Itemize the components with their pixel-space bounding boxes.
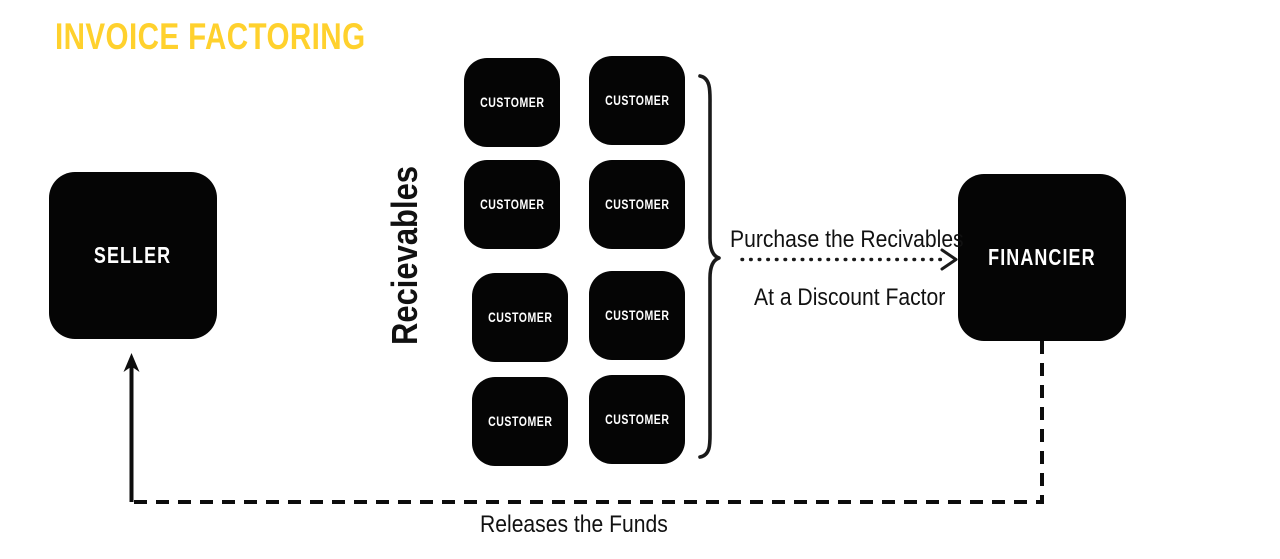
node-customer-1[interactable]: CUSTOMER — [464, 58, 560, 147]
diagram-canvas: INVOICE FACTORING SELLER FINANCIER CUSTO… — [0, 0, 1280, 559]
node-customer-5-label: CUSTOMER — [487, 310, 553, 325]
node-customer-7[interactable]: CUSTOMER — [472, 377, 568, 466]
node-customer-3[interactable]: CUSTOMER — [464, 160, 560, 249]
node-customer-4-label: CUSTOMER — [604, 197, 670, 212]
node-seller[interactable]: SELLER — [49, 172, 217, 339]
node-customer-2[interactable]: CUSTOMER — [589, 56, 685, 145]
discount-factor-label: At a Discount Factor — [754, 284, 946, 311]
node-seller-label: SELLER — [94, 242, 172, 268]
curly-brace-icon — [698, 74, 721, 459]
node-customer-2-label: CUSTOMER — [604, 93, 670, 108]
releases-funds-label: Releases the Funds — [480, 511, 668, 538]
purchase-receivables-label: Purchase the Recivables — [730, 226, 964, 253]
node-customer-1-label: CUSTOMER — [479, 95, 545, 110]
page-title: INVOICE FACTORING — [55, 16, 366, 57]
receivables-label: Recievables — [384, 165, 425, 345]
node-customer-6[interactable]: CUSTOMER — [589, 271, 685, 360]
node-customer-6-label: CUSTOMER — [604, 308, 670, 323]
releases-funds-arrow-icon — [123, 341, 1044, 504]
node-customer-4[interactable]: CUSTOMER — [589, 160, 685, 249]
node-customer-8-label: CUSTOMER — [604, 412, 670, 427]
node-customer-5[interactable]: CUSTOMER — [472, 273, 568, 362]
node-customer-7-label: CUSTOMER — [487, 414, 553, 429]
node-customer-8[interactable]: CUSTOMER — [589, 375, 685, 464]
node-financier-label: FINANCIER — [988, 244, 1096, 270]
node-customer-3-label: CUSTOMER — [479, 197, 545, 212]
node-financier[interactable]: FINANCIER — [958, 174, 1126, 341]
